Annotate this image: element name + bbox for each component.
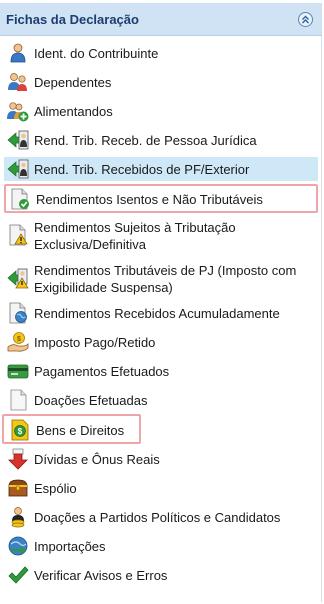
menu-item-importacoes[interactable]: Importações <box>4 534 318 558</box>
arrow-person-icon <box>7 159 29 179</box>
menu-item-label: Verificar Avisos e Erros <box>34 568 168 583</box>
menu-item-verificar-avisos[interactable]: Verificar Avisos e Erros <box>4 563 318 587</box>
menu-item-alimentandos[interactable]: Alimentandos <box>4 99 318 123</box>
document-check-icon <box>11 188 29 210</box>
menu-item-label: Ident. do Contribuinte <box>34 46 159 61</box>
menu-item-dependentes[interactable]: Dependentes <box>4 70 318 94</box>
panel-header: Fichas da Declaração <box>0 3 322 36</box>
document-warning-icon <box>9 224 28 246</box>
import-icon <box>8 536 28 556</box>
menu-item-label: Dívidas e Ônus Reais <box>34 452 160 467</box>
menu-item-label: Bens e Direitos <box>36 423 125 438</box>
svg-text:$: $ <box>17 336 21 343</box>
people-plus-icon <box>7 102 29 122</box>
menu-item-label: Doações a Partidos Políticos e Candidato… <box>34 510 281 525</box>
menu-item-label: Pagamentos Efetuados <box>34 364 170 379</box>
arrow-warning-icon <box>7 268 29 289</box>
menu-item-label: Alimentandos <box>34 104 113 119</box>
menu-item-label: Rend. Trib. Recebidos de PF/Exterior <box>34 162 250 177</box>
menu-item-label: Rendimentos Tributáveis de PJ (Imposto c… <box>34 263 297 295</box>
hand-coin-icon: $ <box>7 332 29 352</box>
person-coins-icon <box>11 507 25 528</box>
svg-text:$: $ <box>18 427 23 436</box>
menu-item-label: Rendimentos Recebidos Acumuladamente <box>34 306 280 321</box>
menu-item-espolio[interactable]: Espólio <box>4 476 318 500</box>
menu-item-label: Rendimentos Sujeitos à Tributação Exclus… <box>34 220 236 252</box>
menu-item-label: Rend. Trib. Receb. de Pessoa Jurídica <box>34 133 257 148</box>
menu-item-rendimentos-acumuladamente[interactable]: Rendimentos Recebidos Acumuladamente <box>4 301 318 325</box>
credit-card-icon <box>7 364 29 379</box>
menu-item-ident-contribuinte[interactable]: Ident. do Contribuinte <box>4 41 318 65</box>
menu-item-label: Importações <box>34 539 106 554</box>
document-globe-icon <box>9 302 27 324</box>
person-icon <box>10 43 26 63</box>
dollar-document-icon: $ <box>11 419 29 441</box>
menu-item-label: Espólio <box>34 481 77 496</box>
menu-item-rend-trib-pf-exterior[interactable]: Rend. Trib. Recebidos de PF/Exterior <box>4 157 318 181</box>
menu-item-pagamentos-efetuados[interactable]: Pagamentos Efetuados <box>4 359 318 383</box>
menu-item-dividas-onus[interactable]: Dívidas e Ônus Reais <box>4 447 318 471</box>
arrow-person-icon <box>7 130 29 150</box>
menu-item-label: Imposto Pago/Retido <box>34 335 156 350</box>
menu-item-label: Dependentes <box>34 75 112 90</box>
panel-title: Fichas da Declaração <box>6 12 139 27</box>
menu-item-rend-trib-pj[interactable]: Rend. Trib. Receb. de Pessoa Jurídica <box>4 128 318 152</box>
menu-item-label: Rendimentos Isentos e Não Tributáveis <box>36 192 263 207</box>
green-check-icon <box>8 566 29 584</box>
document-icon <box>10 389 27 411</box>
menu-item-rendimentos-exclusiva[interactable]: Rendimentos Sujeitos à Tributação Exclus… <box>4 218 318 254</box>
menu-item-bens-direitos[interactable]: $ Bens e Direitos <box>2 414 141 444</box>
double-chevron-up-icon[interactable] <box>298 12 313 27</box>
treasure-chest-icon <box>8 479 28 497</box>
red-arrow-down-icon <box>8 448 28 470</box>
menu-item-doacoes-partidos[interactable]: Doações a Partidos Políticos e Candidato… <box>4 505 318 529</box>
menu-item-doacoes-efetuadas[interactable]: Doações Efetuadas <box>4 388 318 412</box>
menu-item-label: Doações Efetuadas <box>34 393 148 408</box>
people-icon <box>8 73 27 91</box>
menu-item-rendimentos-pj-suspensa[interactable]: Rendimentos Tributáveis de PJ (Imposto c… <box>4 261 318 297</box>
menu-item-rendimentos-isentos[interactable]: Rendimentos Isentos e Não Tributáveis <box>4 184 318 213</box>
menu-item-imposto-pago[interactable]: $ Imposto Pago/Retido <box>4 330 318 354</box>
